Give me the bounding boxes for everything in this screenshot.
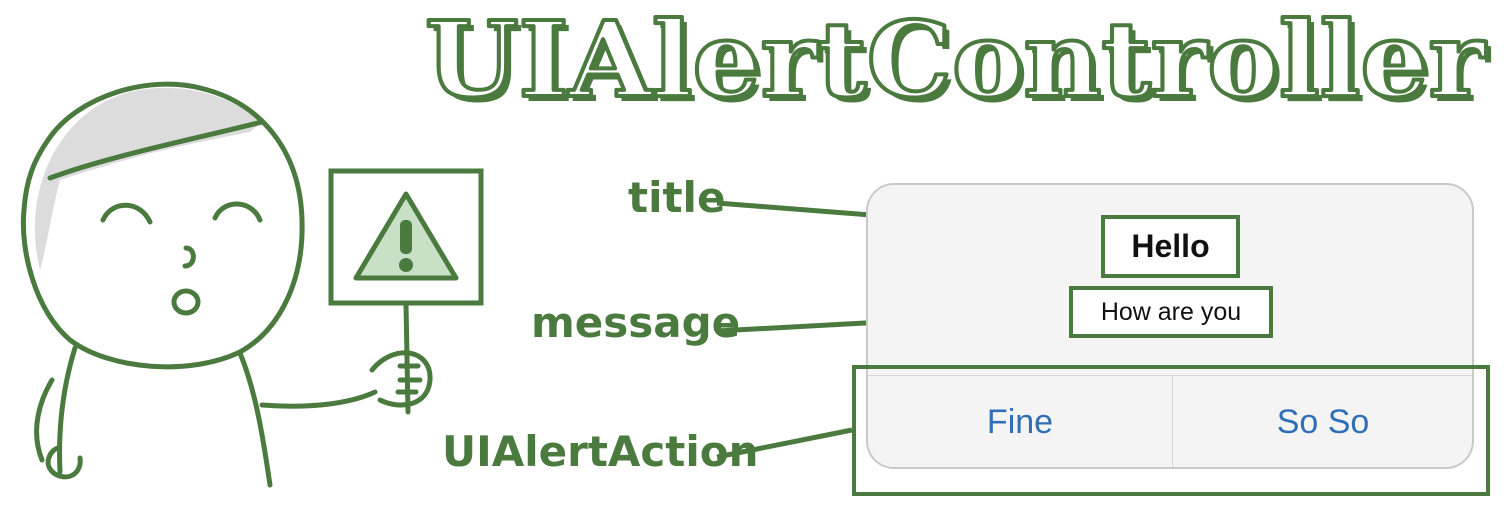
character-right-eye <box>212 201 263 223</box>
callout-label-action: UIAlertAction <box>442 427 759 476</box>
so-so-button[interactable]: So So <box>1172 375 1474 469</box>
character-left-arm <box>34 377 55 463</box>
alert-title: Hello <box>1101 215 1240 278</box>
character-right-arm <box>259 389 378 409</box>
fine-button[interactable]: Fine <box>868 375 1172 469</box>
character-left-eye <box>100 202 153 225</box>
sign-pole <box>403 301 411 415</box>
character-mouth <box>171 288 201 316</box>
alert-message: How are you <box>1069 286 1273 338</box>
character-nose <box>182 245 196 269</box>
banner-title-art: UIAlertController UIAlertController <box>410 0 1500 112</box>
banner-title-svg: UIAlertController UIAlertController <box>423 0 1491 112</box>
warning-sign-icon <box>328 168 484 306</box>
warning-sign <box>328 168 484 306</box>
character-body-left <box>57 345 78 475</box>
callout-label-title: title <box>628 173 726 222</box>
character-body-right <box>237 350 273 488</box>
banner-title: UIAlertController <box>425 0 1486 112</box>
character-left-hand <box>45 445 83 480</box>
callout-label-message: message <box>531 298 741 347</box>
